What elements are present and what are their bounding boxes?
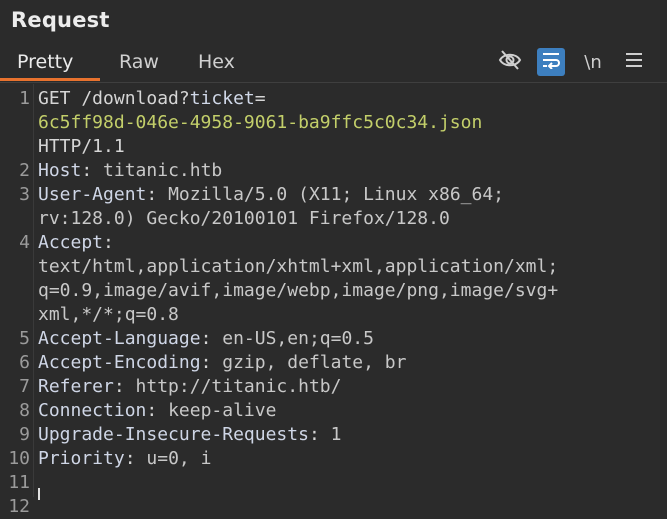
header-accept-cont-2: xml,*/*;q=0.8 — [38, 303, 179, 327]
header-key: Priority — [38, 448, 125, 469]
header-host: Host: titanic.htb — [38, 159, 222, 183]
http-protocol: HTTP/1.1 — [38, 136, 125, 157]
line-number: 6 — [19, 352, 30, 373]
line-number: 2 — [19, 160, 30, 181]
header-value-cont: xml,*/*;q=0.8 — [38, 304, 179, 325]
show-newlines-button[interactable]: \n — [580, 48, 606, 76]
header-value: Mozilla/5.0 (X11; Linux x86_64; — [168, 184, 505, 205]
header-sep: : — [308, 424, 331, 445]
header-upgrade-insecure-requests: Upgrade-Insecure-Requests: 1 — [38, 423, 341, 447]
header-accept-language: Accept-Language: en-US,en;q=0.5 — [38, 327, 374, 351]
header-key: Accept — [38, 232, 104, 253]
http-protocol-line: HTTP/1.1 — [38, 135, 125, 159]
text-cursor — [38, 488, 40, 500]
header-sep: : — [146, 184, 169, 205]
header-user-agent: User-Agent: Mozilla/5.0 (X11; Linux x86_… — [38, 183, 504, 207]
header-sep: : — [124, 448, 147, 469]
header-accept-encoding: Accept-Encoding: gzip, deflate, br — [38, 351, 406, 375]
request-editor[interactable]: 1 2 3 4 5 6 7 8 9 10 11 12 GET /download… — [0, 84, 667, 517]
eye-off-icon — [498, 49, 522, 76]
header-user-agent-cont: rv:128.0) Gecko/20100101 Firefox/128.0 — [38, 207, 450, 231]
line-number: 3 — [19, 184, 30, 205]
header-key: Accept-Language — [38, 328, 201, 349]
header-value: gzip, deflate, br — [222, 352, 407, 373]
view-tab-bar: Pretty Raw Hex \n — [0, 44, 667, 83]
header-value-cont: q=0.9,image/avif,image/webp,image/png,im… — [38, 280, 559, 301]
line-number: 4 — [19, 232, 30, 253]
line-number: 10 — [8, 448, 30, 469]
tab-pretty[interactable]: Pretty — [17, 51, 73, 73]
header-key: Upgrade-Insecure-Requests — [38, 424, 309, 445]
header-key: User-Agent — [38, 184, 147, 205]
header-value: keep-alive — [168, 400, 277, 421]
line-number: 1 — [19, 88, 30, 109]
panel-title: Request — [11, 8, 110, 32]
header-sep: : — [103, 232, 114, 253]
header-sep: : — [200, 352, 223, 373]
header-connection: Connection: keep-alive — [38, 399, 276, 423]
header-key: Host — [38, 160, 82, 181]
tab-raw[interactable]: Raw — [119, 51, 159, 73]
line-number: 9 — [19, 424, 30, 445]
tab-hex[interactable]: Hex — [198, 51, 235, 73]
header-value: http://titanic.htb/ — [135, 376, 342, 397]
line-number: 12 — [8, 496, 30, 517]
header-value: en-US,en;q=0.5 — [222, 328, 374, 349]
header-value: 1 — [330, 424, 342, 445]
line-number: 5 — [19, 328, 30, 349]
header-accept-cont: q=0.9,image/avif,image/webp,image/png,im… — [38, 279, 558, 303]
query-param-equals: = — [254, 88, 266, 109]
line-number: 11 — [8, 472, 30, 493]
header-sep: : — [113, 376, 136, 397]
header-value: titanic.htb — [103, 160, 223, 181]
header-value: u=0, i — [146, 448, 212, 469]
query-param-value-line: 6c5ff98d-046e-4958-9061-ba9ffc5c0c34.jso… — [38, 111, 482, 135]
line-number: 8 — [19, 400, 30, 421]
header-accept: Accept: — [38, 231, 114, 255]
header-referer: Referer: http://titanic.htb/ — [38, 375, 341, 399]
hide-nonprintable-button[interactable] — [497, 48, 523, 76]
active-tab-indicator — [0, 78, 100, 81]
header-key: Referer — [38, 376, 114, 397]
menu-button[interactable] — [622, 48, 646, 76]
word-wrap-toggle[interactable] — [537, 48, 565, 76]
header-value-cont: rv:128.0) Gecko/20100101 Firefox/128.0 — [38, 208, 450, 229]
hamburger-menu-icon — [625, 52, 643, 73]
request-line: GET /download?ticket= — [38, 87, 266, 111]
word-wrap-icon — [541, 51, 561, 74]
header-sep: : — [146, 400, 169, 421]
header-key: Accept-Encoding — [38, 352, 201, 373]
gutter-divider — [33, 84, 34, 497]
header-key: Connection — [38, 400, 147, 421]
header-sep: : — [81, 160, 104, 181]
request-method-path: GET /download? — [38, 88, 190, 109]
header-accept-value: text/html,application/xhtml+xml,applicat… — [38, 255, 558, 279]
header-value: text/html,application/xhtml+xml,applicat… — [38, 256, 559, 277]
line-number: 7 — [19, 376, 30, 397]
query-param-name: ticket — [189, 88, 255, 109]
query-param-value: 6c5ff98d-046e-4958-9061-ba9ffc5c0c34.jso… — [38, 112, 483, 133]
header-sep: : — [200, 328, 223, 349]
header-priority: Priority: u=0, i — [38, 447, 211, 471]
